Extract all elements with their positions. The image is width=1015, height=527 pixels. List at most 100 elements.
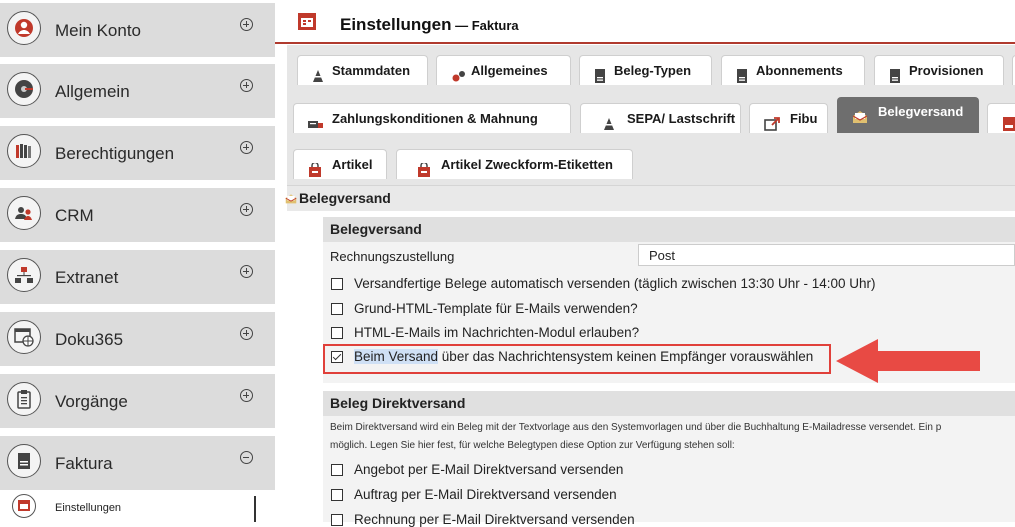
sidebar: Mein Konto Allgemein Berechtigungen CRM … bbox=[0, 0, 275, 522]
sidebar-item-label: Berechtigungen bbox=[55, 144, 175, 163]
shopping-bag-icon bbox=[308, 158, 322, 179]
rechnung-checkbox[interactable] bbox=[331, 514, 343, 526]
sidebar-item-extranet[interactable]: Extranet bbox=[0, 250, 275, 304]
sidebar-item-crm[interactable]: CRM bbox=[0, 188, 275, 242]
people-icon bbox=[7, 196, 41, 230]
angebot-label: Angebot per E-Mail Direktversand versend… bbox=[354, 462, 624, 477]
expand-icon[interactable] bbox=[240, 79, 253, 92]
pdf-icon bbox=[1002, 112, 1015, 133]
disc-icon bbox=[7, 72, 41, 106]
html-mails-label: HTML-E-Mails im Nachrichten-Modul erlaub… bbox=[354, 325, 640, 340]
sidebar-item-label: Doku365 bbox=[55, 330, 124, 349]
sidebar-item-label: Extranet bbox=[55, 268, 119, 287]
tab-beleg-typen[interactable]: Beleg-Typen bbox=[579, 55, 712, 85]
angebot-checkbox[interactable] bbox=[331, 464, 343, 476]
tab-label: Beleg-Typen bbox=[614, 63, 692, 78]
html-template-checkbox[interactable] bbox=[331, 303, 343, 315]
tab-label: SEPA/ Lastschrift bbox=[627, 111, 736, 126]
expand-icon[interactable] bbox=[240, 141, 253, 154]
page-header: Einstellungen — Faktura bbox=[275, 0, 1015, 44]
section-title: Belegversand bbox=[299, 190, 391, 206]
auftrag-label: Auftrag per E-Mail Direktversand versend… bbox=[354, 487, 617, 502]
tab-label: Provisionen bbox=[909, 63, 984, 78]
auftrag-checkbox[interactable] bbox=[331, 489, 343, 501]
tab-label: Allgemeines bbox=[471, 63, 548, 78]
tab-abonnements[interactable]: Abonnements bbox=[721, 55, 865, 85]
beleg-direktversand-panel: Beleg Direktversand Beim Direktversand w… bbox=[323, 391, 1015, 527]
expand-icon[interactable] bbox=[240, 203, 253, 216]
calendar-icon bbox=[12, 494, 36, 518]
books-icon bbox=[7, 134, 41, 168]
sidebar-item-allgemein[interactable]: Allgemein bbox=[0, 64, 275, 118]
tab-artikel[interactable]: Artikel bbox=[293, 149, 387, 179]
rechnungszustellung-label: Rechnungszustellung bbox=[330, 249, 455, 264]
sidebar-item-faktura[interactable]: Faktura bbox=[0, 436, 275, 490]
gears-icon bbox=[451, 64, 467, 85]
page-title-main: Einstellungen bbox=[340, 15, 452, 34]
expand-icon[interactable] bbox=[240, 265, 253, 278]
tab-row-1: Stammdaten Allgemeines Beleg-Typen Abonn… bbox=[287, 45, 1015, 93]
sidebar-item-vorgaenge[interactable]: Vorgänge bbox=[0, 374, 275, 428]
tab-overflow[interactable] bbox=[987, 103, 1015, 133]
truck-icon bbox=[308, 112, 324, 133]
panel-header: Beleg Direktversand bbox=[323, 391, 1015, 416]
select-value: Post bbox=[649, 248, 676, 263]
document-icon bbox=[736, 64, 748, 85]
tab-provisionen[interactable]: Provisionen bbox=[874, 55, 1004, 85]
calendar-icon bbox=[297, 11, 317, 36]
invoice-icon bbox=[7, 444, 41, 478]
html-mails-checkbox[interactable] bbox=[331, 327, 343, 339]
panel-title: Beleg Direktversand bbox=[330, 395, 466, 411]
tab-label: Abonnements bbox=[756, 63, 843, 78]
sidebar-item-label: Vorgänge bbox=[55, 392, 128, 411]
tab-label: Fibu bbox=[790, 111, 818, 126]
tab-row-2: Zahlungskonditionen & Mahnung SEPA/ Last… bbox=[287, 93, 1015, 139]
tab-allgemeines[interactable]: Allgemeines bbox=[436, 55, 571, 85]
clipboard-icon bbox=[7, 382, 41, 416]
highlight-box bbox=[323, 344, 831, 374]
tab-fibu[interactable]: Fibu bbox=[749, 103, 828, 133]
description-line: Beim Direktversand wird ein Beleg mit de… bbox=[330, 422, 942, 433]
document-icon bbox=[594, 64, 606, 85]
collapse-icon[interactable] bbox=[240, 451, 253, 464]
export-icon bbox=[764, 112, 780, 133]
network-icon bbox=[7, 258, 41, 292]
panel-title: Belegversand bbox=[330, 221, 422, 237]
section-header: Belegversand bbox=[285, 185, 1015, 211]
rechnungszustellung-select[interactable]: Post bbox=[638, 244, 1015, 266]
pointer-arrow-icon bbox=[836, 339, 980, 383]
tab-label: Zahlungskonditionen & Mahnung bbox=[332, 111, 538, 126]
auto-send-checkbox[interactable] bbox=[331, 278, 343, 290]
mail-icon bbox=[285, 191, 297, 209]
description-line: möglich. Legen Sie hier fest, für welche… bbox=[330, 440, 735, 451]
sidebar-subitem-label: Einstellungen bbox=[55, 502, 122, 514]
cone-icon bbox=[603, 112, 615, 133]
auto-send-label: Versandfertige Belege automatisch versen… bbox=[354, 276, 876, 291]
user-icon bbox=[7, 11, 41, 45]
document-icon bbox=[889, 64, 901, 85]
cone-icon bbox=[312, 64, 324, 85]
scrollbar-handle[interactable] bbox=[254, 496, 256, 522]
expand-icon[interactable] bbox=[240, 18, 253, 31]
page-title-separator: — bbox=[451, 18, 472, 33]
panel-header: Belegversand bbox=[323, 217, 1015, 242]
tab-label: Artikel Zweckform-Etiketten bbox=[441, 157, 613, 172]
sidebar-item-berechtigungen[interactable]: Berechtigungen bbox=[0, 126, 275, 180]
sidebar-item-label: CRM bbox=[55, 206, 94, 225]
sidebar-item-mein-konto[interactable]: Mein Konto bbox=[0, 3, 275, 57]
tab-label: Artikel bbox=[332, 157, 373, 172]
globe-window-icon bbox=[7, 320, 41, 354]
tab-belegversand[interactable]: Belegversand bbox=[837, 97, 979, 133]
sidebar-subitem-einstellungen[interactable]: Einstellungen bbox=[0, 490, 275, 522]
expand-icon[interactable] bbox=[240, 389, 253, 402]
tab-stammdaten[interactable]: Stammdaten bbox=[297, 55, 428, 85]
expand-icon[interactable] bbox=[240, 327, 253, 340]
mail-icon bbox=[852, 105, 868, 133]
sidebar-item-label: Mein Konto bbox=[55, 21, 141, 40]
tab-sepa-lastschrift[interactable]: SEPA/ Lastschrift bbox=[580, 103, 741, 133]
tab-artikel-zweckform-etiketten[interactable]: Artikel Zweckform-Etiketten bbox=[396, 149, 633, 179]
rechnung-label: Rechnung per E-Mail Direktversand versen… bbox=[354, 512, 635, 527]
html-template-label: Grund-HTML-Template für E-Mails verwende… bbox=[354, 301, 638, 316]
tab-zahlungskonditionen[interactable]: Zahlungskonditionen & Mahnung bbox=[293, 103, 571, 133]
sidebar-item-doku365[interactable]: Doku365 bbox=[0, 312, 275, 366]
